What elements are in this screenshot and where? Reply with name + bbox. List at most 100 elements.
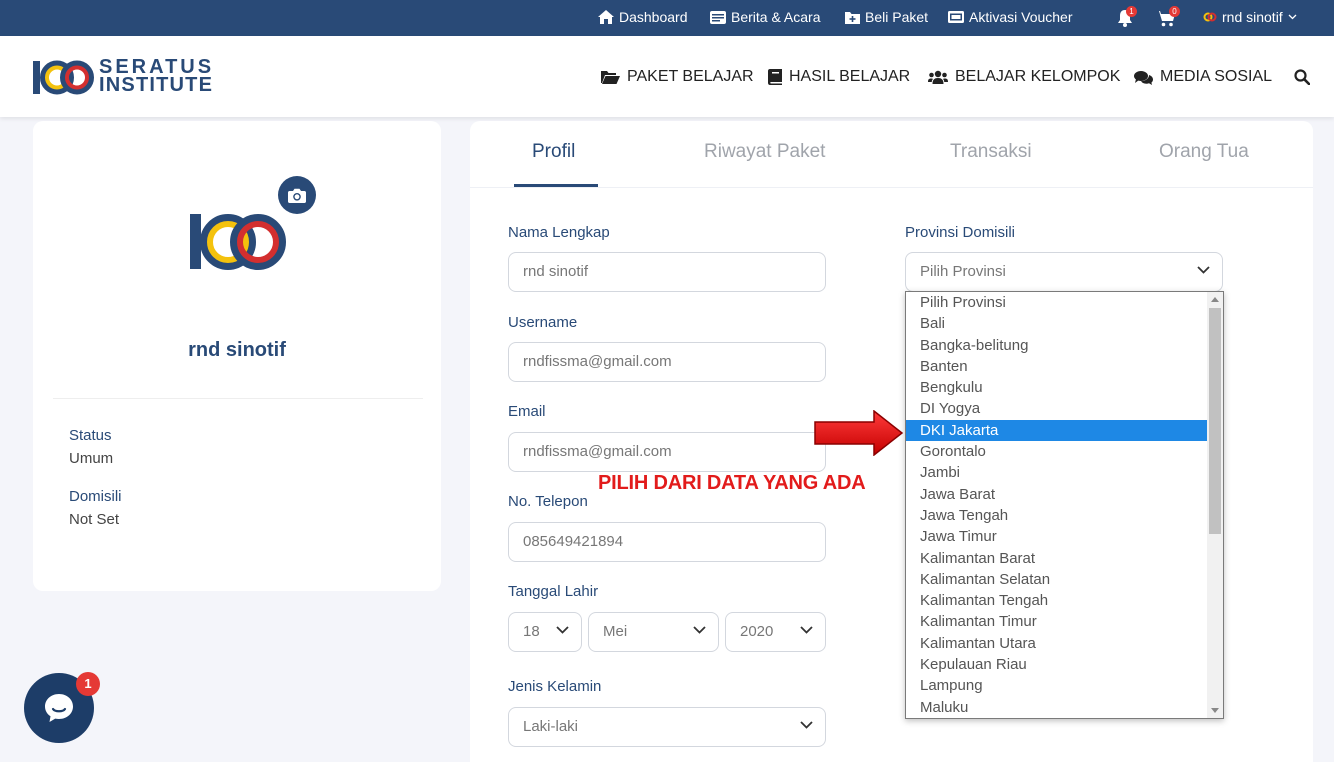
nav-media-sosial[interactable]: MEDIA SOSIAL (1134, 68, 1272, 86)
chevron-down-icon (556, 626, 569, 634)
provinsi-option[interactable]: Jawa Timur (906, 526, 1208, 547)
provinsi-option[interactable]: Kalimantan Tengah (906, 590, 1208, 611)
birth-day-select[interactable]: 18 (508, 612, 582, 652)
status-value: Umum (69, 450, 114, 467)
jenis-kelamin-select[interactable]: Laki-laki (508, 707, 826, 747)
provinsi-option[interactable]: Kalimantan Selatan (906, 569, 1208, 590)
jenis-kelamin-label: Jenis Kelamin (508, 678, 602, 695)
telepon-input[interactable]: 085649421894 (508, 522, 826, 562)
notification-badge: 1 (1126, 6, 1137, 17)
search-icon (1294, 69, 1311, 86)
change-photo-button[interactable] (278, 176, 316, 214)
tab-orang-tua[interactable]: Orang Tua (1159, 141, 1249, 163)
cart-badge: 0 (1169, 6, 1180, 17)
scroll-down-arrow-icon[interactable] (1211, 708, 1219, 713)
username-label: Username (508, 314, 578, 331)
profile-name: rnd sinotif (188, 339, 286, 361)
username-input[interactable]: rndfissma@gmail.com (508, 342, 826, 382)
scrollbar-thumb[interactable] (1209, 308, 1221, 534)
tab-transaksi[interactable]: Transaksi (950, 141, 1032, 163)
status-label: Status (69, 427, 112, 444)
chevron-down-icon (693, 626, 706, 634)
provinsi-option[interactable]: Banten (906, 356, 1208, 377)
user-menu[interactable]: rnd sinotif (1203, 9, 1297, 25)
user-logo-icon (1203, 12, 1217, 22)
provinsi-dropdown-list[interactable]: Pilih Provinsi Bali Bangka-belitung Banten B… (905, 291, 1224, 719)
birth-day-value: 18 (523, 623, 540, 640)
dashboard-link[interactable]: Dashboard (598, 9, 688, 25)
cart-button[interactable]: 0 (1156, 6, 1180, 27)
provinsi-option[interactable]: Kalimantan Timur (906, 611, 1208, 632)
domisili-value: Not Set (69, 511, 120, 528)
top-bar: Dashboard Berita & Acara Beli Paket Akti… (0, 0, 1334, 36)
avatar-logo-icon (190, 214, 286, 270)
chevron-down-icon (1197, 266, 1210, 274)
aktivasi-voucher-link[interactable]: Aktivasi Voucher (948, 9, 1073, 25)
chat-badge: 1 (76, 672, 100, 696)
provinsi-option[interactable]: Lampung (906, 675, 1208, 696)
provinsi-option[interactable]: Maluku (906, 697, 1208, 718)
main-header: SERATUS INSTITUTE PAKET BELAJAR HASIL BE… (0, 36, 1334, 117)
provinsi-option[interactable]: Jawa Tengah (906, 505, 1208, 526)
provinsi-option[interactable]: Kepulauan Riau (906, 654, 1208, 675)
birth-month-select[interactable]: Mei (588, 612, 719, 652)
birth-year-select[interactable]: 2020 (725, 612, 826, 652)
tab-bar: Profil Riwayat Paket Transaksi Orang Tua (470, 121, 1313, 188)
active-tab-indicator (514, 184, 598, 187)
provinsi-label: Provinsi Domisili (905, 224, 1016, 241)
profile-card: rnd sinotif Status Umum Domisili Not Set (33, 121, 441, 591)
beli-paket-link[interactable]: Beli Paket (845, 9, 928, 25)
provinsi-option[interactable]: DKI Jakarta (906, 419, 1208, 442)
berita-link[interactable]: Berita & Acara (710, 9, 821, 25)
provinsi-option[interactable]: Pilih Provinsi (906, 292, 1208, 313)
chat-bubble-icon (45, 694, 73, 722)
nama-input[interactable]: rnd sinotif (508, 252, 826, 292)
domisili-label: Domisili (69, 488, 122, 505)
provinsi-option[interactable]: Gorontalo (906, 441, 1208, 462)
provinsi-option[interactable]: Bangka-belitung (906, 335, 1208, 356)
annotation-text: PILIH DARI DATA YANG ADA (598, 472, 866, 494)
jenis-kelamin-value: Laki-laki (523, 718, 579, 735)
annotation-arrow-icon (814, 410, 904, 456)
nama-label: Nama Lengkap (508, 224, 610, 241)
comments-icon (1134, 70, 1153, 85)
email-label: Email (508, 403, 546, 420)
nav-paket-belajar[interactable]: PAKET BELAJAR (601, 68, 754, 86)
nav-hasil-belajar[interactable]: HASIL BELAJAR (768, 68, 910, 86)
chevron-down-icon (800, 626, 813, 634)
search-button[interactable] (1294, 69, 1311, 90)
dropdown-scrollbar[interactable] (1207, 292, 1223, 718)
scroll-up-arrow-icon[interactable] (1211, 297, 1219, 302)
provinsi-select[interactable]: Pilih Provinsi (905, 252, 1223, 292)
provinsi-option[interactable]: Bali (906, 313, 1208, 334)
provinsi-option[interactable]: Kalimantan Barat (906, 548, 1208, 569)
nav-belajar-kelompok[interactable]: BELAJAR KELOMPOK (928, 68, 1120, 86)
birth-year-value: 2020 (740, 623, 774, 640)
folder-open-icon (601, 71, 620, 84)
home-icon (598, 10, 614, 24)
chevron-down-icon (800, 721, 813, 729)
email-input[interactable]: rndfissma@gmail.com (508, 432, 826, 472)
seratus-logo-icon (33, 60, 94, 95)
users-icon (928, 70, 948, 84)
provinsi-option[interactable]: Bengkulu (906, 377, 1208, 398)
provinsi-option[interactable]: DI Yogya (906, 398, 1208, 419)
provinsi-options: Pilih Provinsi Bali Bangka-belitung Banten B… (906, 292, 1208, 718)
divider (53, 398, 423, 399)
book-icon (768, 69, 782, 85)
chevron-down-icon (1288, 14, 1297, 20)
tanggal-lahir-label: Tanggal Lahir (508, 583, 599, 600)
provinsi-option[interactable]: Jawa Barat (906, 484, 1208, 505)
notification-button[interactable]: 1 (1117, 6, 1137, 27)
tab-riwayat-paket[interactable]: Riwayat Paket (704, 141, 825, 163)
brand-name: SERATUS INSTITUTE (99, 57, 214, 95)
folder-plus-icon (845, 11, 860, 24)
newspaper-icon (710, 10, 726, 24)
ticket-icon (948, 11, 964, 23)
provinsi-option[interactable]: Jambi (906, 462, 1208, 483)
camera-icon (288, 188, 306, 203)
provinsi-value: Pilih Provinsi (920, 263, 1006, 280)
provinsi-option[interactable]: Kalimantan Utara (906, 633, 1208, 654)
avatar (188, 209, 288, 277)
tab-profil[interactable]: Profil (532, 141, 575, 163)
